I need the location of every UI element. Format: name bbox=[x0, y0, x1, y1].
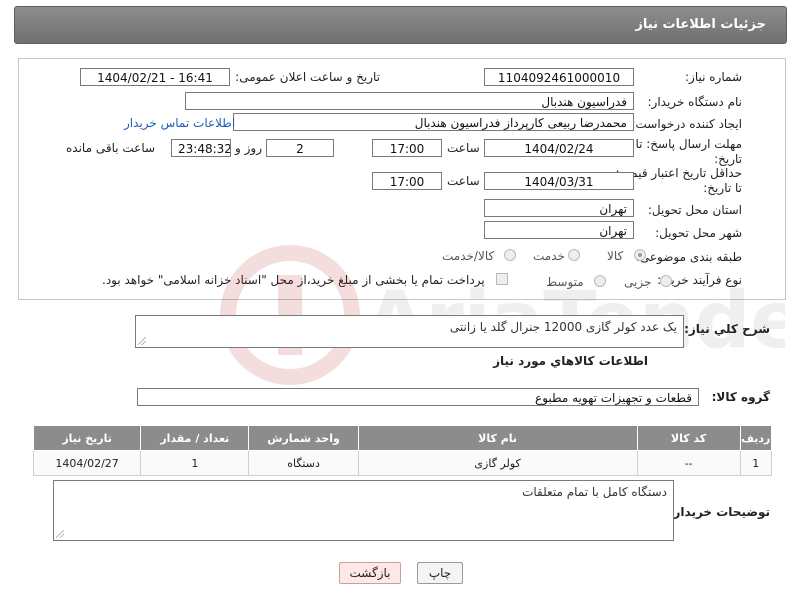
price-validity-label-2: تا تاریخ: bbox=[703, 181, 742, 195]
reply-deadline-label: مهلت ارسال پاسخ: تا bbox=[635, 137, 742, 151]
price-validity-time-label: ساعت bbox=[447, 174, 480, 188]
goods-section-title: اطلاعات كالاهاي مورد نياز bbox=[493, 354, 648, 368]
cell-quantity: 1 bbox=[140, 450, 250, 476]
price-validity-date-field[interactable]: 1404/03/31 bbox=[484, 172, 634, 190]
col-header-quantity: تعداد / مقدار bbox=[140, 425, 250, 451]
requester-label: ایجاد کننده درخواست: bbox=[631, 117, 742, 131]
goods-group-label: گروه کالا: bbox=[711, 390, 770, 404]
resize-grip-icon[interactable] bbox=[138, 337, 146, 345]
category-radio-goods-service[interactable] bbox=[504, 249, 516, 261]
col-header-item-name: نام کالا bbox=[357, 425, 638, 451]
need-number-field[interactable]: 1104092461000010 bbox=[484, 68, 634, 86]
delivery-city-label: شهر محل تحویل: bbox=[655, 226, 742, 240]
need-number-label: شماره نیاز: bbox=[685, 70, 742, 84]
requester-field[interactable]: محمدرضا ربیعی کارپرداز فدراسیون هندبال bbox=[233, 113, 634, 131]
reply-deadline-date-field[interactable]: 1404/02/24 bbox=[484, 139, 634, 157]
col-header-unit: واحد شمارش bbox=[248, 425, 359, 451]
category-radio-goods[interactable] bbox=[634, 249, 646, 261]
buyer-contact-link[interactable]: اطلاعات تماس خریدار bbox=[124, 116, 235, 130]
description-text: یک عدد کولر گازی 12000 جنرال گلد یا زانت… bbox=[449, 320, 677, 334]
table-header-row: ردیف کد کالا نام کالا واحد شمارش تعداد /… bbox=[32, 425, 773, 451]
cell-item-code: -- bbox=[636, 450, 741, 476]
description-textarea[interactable]: یک عدد کولر گازی 12000 جنرال گلد یا زانت… bbox=[135, 315, 684, 348]
print-button[interactable]: چاپ bbox=[417, 562, 463, 584]
delivery-province-label: استان محل تحویل: bbox=[647, 203, 742, 217]
category-radio-service[interactable] bbox=[568, 249, 580, 261]
col-header-item-code: کد کالا bbox=[636, 425, 741, 451]
reply-days-field[interactable]: 2 bbox=[266, 139, 334, 157]
remaining-time-label: ساعت باقی مانده bbox=[66, 141, 156, 155]
remaining-time-field[interactable]: 23:48:32 bbox=[171, 139, 231, 157]
treasury-payment-note: پرداخت تمام یا بخشی از مبلغ خرید،از محل … bbox=[102, 273, 485, 287]
buyer-org-field[interactable]: فدراسیون هندبال bbox=[185, 92, 634, 110]
goods-group-field[interactable]: قطعات و تجهیزات تهویه مطبوع bbox=[137, 388, 699, 406]
price-validity-label: حداقل تاریخ اعتبار قیمت: bbox=[615, 166, 742, 180]
buyer-notes-label: توضیحات خریدار: bbox=[668, 505, 770, 519]
cell-need-date: 1404/02/27 bbox=[32, 450, 142, 476]
resize-grip-icon[interactable] bbox=[56, 530, 64, 538]
process-radio-medium[interactable] bbox=[594, 275, 606, 287]
reply-deadline-time-field[interactable]: 17:00 bbox=[372, 139, 442, 157]
description-label: شرح کلي نياز: bbox=[684, 322, 770, 336]
announce-datetime-field[interactable]: 1404/02/21 - 16:41 bbox=[80, 68, 230, 86]
category-option-goods-service: کالا/خدمت bbox=[442, 249, 495, 263]
delivery-province-field[interactable]: تهران bbox=[484, 199, 634, 217]
page-title: جزئیات اطلاعات نیاز bbox=[635, 17, 766, 32]
col-header-row-number: ردیف bbox=[739, 425, 773, 451]
category-option-goods: کالا bbox=[607, 249, 624, 263]
buyer-org-label: نام دستگاه خریدار: bbox=[647, 95, 743, 109]
reply-deadline-label-2: تاریخ: bbox=[714, 152, 742, 166]
cell-item-name: کولر گازی bbox=[357, 450, 638, 476]
category-label: طبقه بندی موضوعی: bbox=[635, 250, 742, 264]
process-radio-minor[interactable] bbox=[660, 275, 672, 287]
col-header-need-date: تاریخ نیاز bbox=[32, 425, 142, 451]
treasury-payment-checkbox[interactable] bbox=[496, 273, 508, 285]
reply-deadline-time-label: ساعت bbox=[447, 141, 480, 155]
cell-row-number: 1 bbox=[739, 450, 773, 476]
buyer-notes-textarea[interactable]: دستگاه کامل با تمام متعلقات bbox=[53, 480, 674, 541]
announce-datetime-label: تاریخ و ساعت اعلان عمومی: bbox=[235, 70, 380, 84]
page-header: جزئیات اطلاعات نیاز bbox=[14, 6, 787, 44]
buyer-notes-text: دستگاه کامل با تمام متعلقات bbox=[522, 485, 667, 499]
price-validity-time-field[interactable]: 17:00 bbox=[372, 172, 442, 190]
goods-table: ردیف کد کالا نام کالا واحد شمارش تعداد /… bbox=[32, 425, 773, 476]
cell-unit: دستگاه bbox=[248, 450, 359, 476]
process-option-minor: جزیی bbox=[624, 275, 652, 289]
table-row[interactable]: 1 -- کولر گازی دستگاه 1 1404/02/27 bbox=[32, 450, 773, 476]
delivery-city-field[interactable]: تهران bbox=[484, 221, 634, 239]
category-option-service: خدمت bbox=[533, 249, 565, 263]
process-option-medium: متوسط bbox=[546, 275, 584, 289]
back-button[interactable]: بازگشت bbox=[339, 562, 401, 584]
days-label: روز و bbox=[235, 141, 262, 155]
